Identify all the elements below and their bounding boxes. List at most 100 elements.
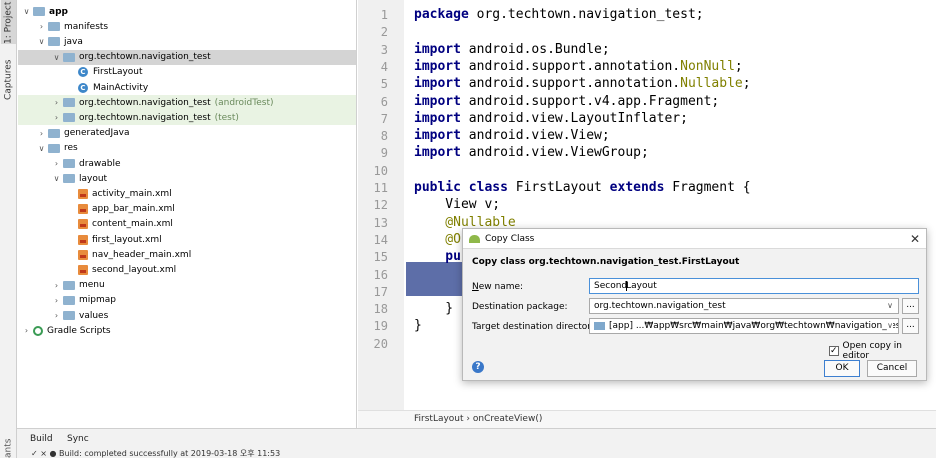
- dest-package-label: Destination package:: [472, 302, 568, 312]
- tree-row-label: app_bar_main.xml: [92, 204, 175, 215]
- chevron-down-icon[interactable]: ∨: [52, 174, 61, 183]
- tree-row[interactable]: first_layout.xml: [18, 232, 356, 247]
- tree-row[interactable]: › mipmap: [18, 293, 356, 308]
- tree-row[interactable]: › org.techtown.navigation_test (androidTes…: [18, 95, 356, 111]
- chevron-down-icon[interactable]: ∨: [37, 144, 46, 153]
- browse-directory-button[interactable]: ...: [902, 318, 919, 334]
- dialog-heading: Copy class org.techtown.navigation_test.…: [472, 257, 740, 267]
- dest-package-value: org.techtown.navigation_test: [594, 301, 726, 311]
- line-number: 1: [380, 8, 388, 22]
- sync-tab[interactable]: Sync: [67, 434, 89, 444]
- tree-row[interactable]: ∨ layout: [18, 171, 356, 186]
- code-token: android.view.View;: [468, 128, 610, 144]
- project-tool-tab[interactable]: 1: Project: [1, 0, 16, 44]
- tree-row[interactable]: ∨ org.techtown.navigation_test: [18, 49, 356, 65]
- xml-file-icon: [78, 234, 88, 245]
- chevron-right-icon[interactable]: ›: [52, 159, 61, 168]
- chevron-down-icon[interactable]: ∨: [22, 7, 31, 16]
- new-name-label: New name:: [472, 282, 523, 292]
- tree-row[interactable]: nav_header_main.xml: [18, 247, 356, 262]
- cancel-button[interactable]: Cancel: [867, 360, 917, 377]
- code-line: @O: [414, 231, 461, 249]
- folder-icon: [48, 37, 60, 47]
- folder-icon: [48, 143, 60, 153]
- tree-row-suffix: (test): [214, 112, 239, 123]
- code-token: android.view.LayoutInflater;: [468, 110, 688, 126]
- dialog-title-bar[interactable]: Copy Class ✕: [463, 229, 926, 249]
- variants-tab-label: ants: [3, 438, 14, 458]
- code-token: android.view.ViewGroup;: [468, 145, 649, 161]
- tree-row[interactable]: app_bar_main.xml: [18, 202, 356, 217]
- chevron-right-icon[interactable]: ›: [52, 98, 61, 107]
- tree-row[interactable]: › org.techtown.navigation_test (test): [18, 110, 356, 126]
- code-token: Fragment {: [672, 180, 751, 195]
- code-line: pu: [414, 248, 461, 266]
- code-token: android.os.Bundle;: [468, 41, 610, 57]
- variants-tool-tab[interactable]: ants: [1, 432, 16, 458]
- line-number: 15: [373, 250, 388, 265]
- folder-icon: [63, 113, 75, 123]
- tree-row[interactable]: › generatedJava: [18, 126, 356, 141]
- tree-row-label: res: [64, 143, 78, 154]
- chevron-down-icon[interactable]: ∨: [52, 53, 61, 62]
- code-line: View v;: [414, 196, 500, 214]
- build-tab[interactable]: Build: [30, 434, 53, 444]
- chevron-down-icon[interactable]: ∨: [37, 37, 46, 46]
- tree-row[interactable]: activity_main.xml: [18, 186, 356, 201]
- dest-package-combo[interactable]: org.techtown.navigation_test ∨: [589, 298, 899, 314]
- tree-row[interactable]: C FirstLayout: [18, 65, 356, 80]
- project-tab-label: 1: Project: [3, 1, 14, 44]
- code-line: import android.view.LayoutInflater;: [414, 110, 688, 128]
- code-line: import android.support.v4.app.Fragment;: [414, 93, 719, 111]
- editor-breadcrumb[interactable]: FirstLayout › onCreateView(): [358, 410, 936, 428]
- browse-package-button[interactable]: ...: [902, 298, 919, 314]
- code-token: Nullable: [680, 76, 743, 92]
- line-number: 19: [373, 319, 388, 334]
- tree-row[interactable]: › Gradle Scripts: [18, 323, 356, 338]
- tree-row-label: org.techtown.navigation_test: [79, 97, 211, 108]
- chevron-right-icon[interactable]: ›: [52, 113, 61, 122]
- tree-row[interactable]: › menu: [18, 278, 356, 293]
- open-copy-checkbox-row[interactable]: ✓ Open copy in editor: [829, 341, 926, 361]
- tree-row-label: layout: [79, 173, 108, 184]
- tree-row[interactable]: › manifests: [18, 19, 356, 34]
- tree-row[interactable]: › values: [18, 308, 356, 323]
- folder-icon: [63, 295, 75, 305]
- chevron-right-icon[interactable]: ›: [22, 326, 31, 335]
- chevron-right-icon[interactable]: ›: [37, 129, 46, 138]
- tree-row[interactable]: second_layout.xml: [18, 262, 356, 277]
- code-token: }: [414, 318, 422, 334]
- open-copy-checkbox[interactable]: ✓: [829, 346, 839, 356]
- code-line: import android.support.annotation.NonNul…: [414, 58, 743, 76]
- chevron-right-icon[interactable]: ›: [52, 296, 61, 305]
- folder-icon: [63, 311, 75, 320]
- close-icon[interactable]: ✕: [910, 229, 920, 249]
- gradle-icon: [33, 325, 43, 336]
- tree-row-label: FirstLayout: [93, 67, 143, 78]
- line-number: 6: [380, 94, 388, 109]
- help-icon[interactable]: ?: [472, 361, 484, 373]
- tree-row-label: generatedJava: [64, 128, 130, 139]
- chevron-right-icon[interactable]: ›: [52, 281, 61, 290]
- tree-row-label: content_main.xml: [92, 219, 173, 230]
- captures-tool-tab[interactable]: Captures: [1, 52, 16, 100]
- new-name-text-before: Second: [594, 281, 628, 291]
- line-number: 2: [380, 25, 388, 40]
- tree-row[interactable]: ∨ java: [18, 34, 356, 49]
- tree-row[interactable]: ∨ app: [18, 4, 356, 19]
- ok-button[interactable]: OK: [824, 360, 860, 377]
- line-number: 18: [373, 302, 388, 317]
- captures-tab-label: Captures: [3, 59, 14, 100]
- chevron-down-icon: ∨: [887, 301, 893, 310]
- code-token: import: [414, 145, 469, 161]
- tree-row-label: activity_main.xml: [92, 188, 172, 199]
- target-dir-combo[interactable]: [app] ...₩app₩src₩main₩java₩org₩techtown…: [589, 318, 899, 334]
- tree-row[interactable]: content_main.xml: [18, 217, 356, 232]
- tree-row[interactable]: ∨ res: [18, 141, 356, 156]
- folder-icon: [63, 174, 75, 184]
- chevron-right-icon[interactable]: ›: [52, 311, 61, 320]
- new-name-input[interactable]: SecondLayout: [589, 278, 919, 294]
- tree-row[interactable]: C MainActivity: [18, 80, 356, 95]
- tree-row[interactable]: › drawable: [18, 156, 356, 171]
- chevron-right-icon[interactable]: ›: [37, 22, 46, 31]
